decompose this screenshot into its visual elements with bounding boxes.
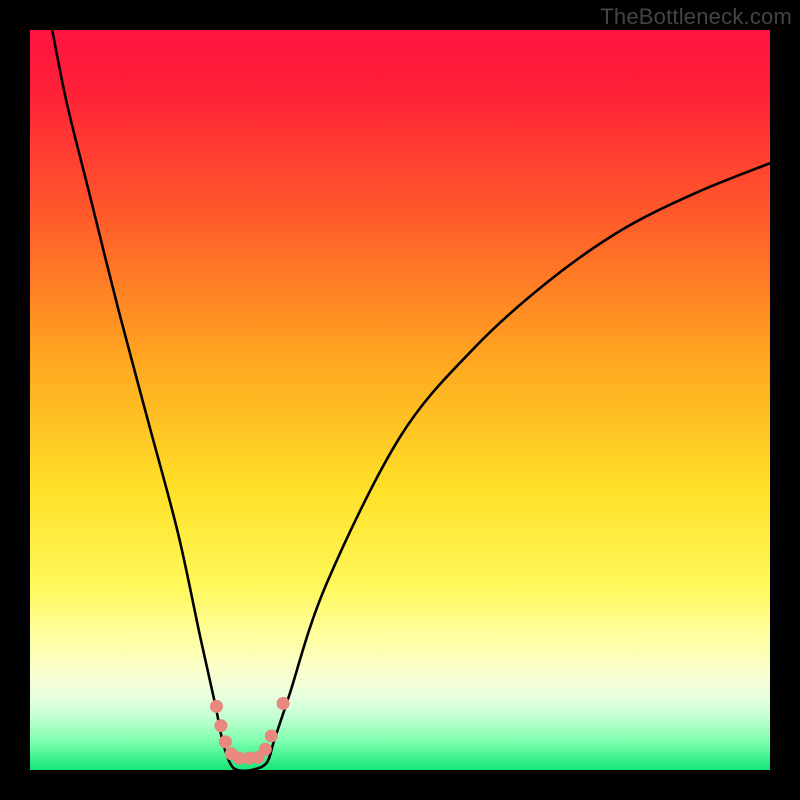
curve-marker bbox=[265, 729, 278, 742]
curve-layer bbox=[30, 30, 770, 770]
plot-area bbox=[30, 30, 770, 770]
chart-frame: TheBottleneck.com bbox=[0, 0, 800, 800]
curve-marker bbox=[219, 735, 232, 748]
bottleneck-curve bbox=[52, 30, 770, 770]
curve-marker bbox=[214, 719, 227, 732]
curve-marker bbox=[210, 700, 223, 713]
attribution-text: TheBottleneck.com bbox=[600, 4, 792, 30]
curve-marker bbox=[277, 697, 290, 710]
curve-marker bbox=[259, 743, 272, 756]
